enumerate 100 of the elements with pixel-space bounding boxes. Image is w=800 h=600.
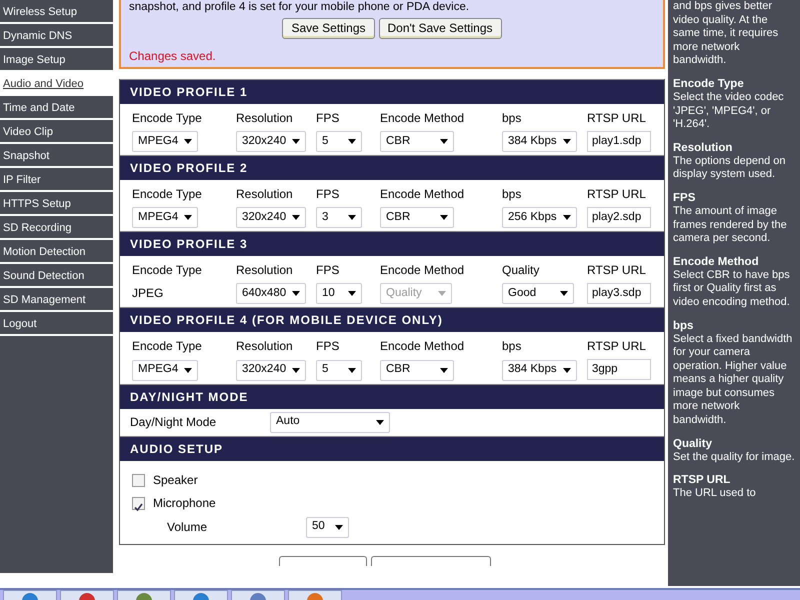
- taskbar-button[interactable]: [231, 590, 285, 600]
- dropdown[interactable]: 320x240: [236, 360, 306, 380]
- field-label: Encode Type: [132, 110, 203, 127]
- sidebar-item[interactable]: IP Filter: [0, 168, 113, 192]
- text-field[interactable]: play2.sdp: [587, 207, 651, 228]
- dropdown[interactable]: 50: [306, 516, 349, 538]
- dropdown[interactable]: MPEG4: [132, 207, 198, 228]
- caret-icon: [376, 420, 384, 424]
- app-icon: [79, 591, 95, 600]
- section-header: VIDEO PROFILE 1: [120, 79, 664, 104]
- field-label: RTSP URL: [587, 338, 647, 356]
- sidebar-item[interactable]: SD Management: [0, 288, 113, 312]
- dropdown[interactable]: 5: [316, 131, 362, 152]
- checkbox[interactable]: [132, 496, 145, 510]
- help-heading: Resolution: [673, 140, 734, 155]
- text-field[interactable]: play1.sdp: [587, 131, 651, 152]
- field-label: Volume: [166, 519, 208, 536]
- dropdown[interactable]: MPEG4: [132, 360, 198, 380]
- taskbar-button[interactable]: [3, 590, 57, 600]
- settings-button[interactable]: Don't Save Settings: [378, 18, 502, 39]
- help-heading: bps: [673, 318, 694, 332]
- caret-icon: [440, 139, 448, 144]
- sidebar-item[interactable]: Motion Detection: [0, 240, 113, 264]
- dropdown[interactable]: 384 Kbps: [502, 360, 577, 380]
- field-label: FPS: [316, 186, 340, 204]
- field-label: Quality: [502, 262, 540, 280]
- help-heading: FPS: [673, 190, 696, 205]
- caret-icon: [560, 291, 568, 296]
- settings-button[interactable]: Save Settings: [282, 18, 374, 39]
- app-icon: [307, 591, 323, 600]
- help-text: The options depend on display system used.: [673, 154, 787, 182]
- sidebar-item[interactable]: Snapshot: [0, 144, 113, 168]
- caret-icon: [348, 215, 356, 220]
- field-label: Encode Method: [380, 110, 466, 127]
- dropdown[interactable]: 320x240: [236, 131, 306, 152]
- help-text: The amount of image frames rendered by the camera per second.: [673, 204, 788, 246]
- sidebar-item[interactable]: Time and Date: [0, 96, 113, 120]
- text-field[interactable]: 3gpp: [587, 359, 651, 380]
- caret-icon: [348, 139, 356, 144]
- sidebar-item[interactable]: Video Clip: [0, 120, 113, 144]
- dropdown[interactable]: 256 Kbps: [502, 207, 577, 228]
- caret-icon: [348, 291, 356, 296]
- sidebar-item[interactable]: Dynamic DNS: [0, 24, 113, 48]
- caret-icon: [292, 291, 300, 296]
- help-text: Select the video codec 'JPEG', 'MPEG4', or 'H.264'.: [673, 90, 785, 132]
- section-header: VIDEO PROFILE 3: [120, 231, 664, 256]
- taskbar-button[interactable]: [60, 590, 114, 600]
- app-icon: [22, 591, 38, 600]
- field-label: bps: [502, 110, 522, 127]
- caret-icon: [440, 368, 448, 372]
- checkbox-label: Microphone: [153, 495, 216, 512]
- caret-icon: [184, 215, 192, 220]
- dropdown[interactable]: CBR: [380, 360, 454, 380]
- help-text: The URL used to: [673, 487, 757, 501]
- caret-icon: [184, 368, 192, 372]
- dropdown[interactable]: CBR: [380, 207, 454, 228]
- field-label: bps: [502, 186, 522, 204]
- field-label: Encode Method: [380, 262, 466, 280]
- button[interactable]: [279, 556, 367, 566]
- caret-icon: [292, 215, 300, 220]
- dropdown[interactable]: 640x480: [236, 283, 306, 304]
- field-label: Day/Night Mode: [130, 414, 218, 431]
- dropdown[interactable]: Auto: [270, 412, 390, 432]
- sidebar-item[interactable]: Audio and Video: [0, 72, 113, 96]
- field-label: Encode Type: [132, 262, 203, 280]
- field-label: FPS: [316, 338, 340, 356]
- checkbox[interactable]: [132, 474, 145, 486]
- dropdown[interactable]: CBR: [380, 131, 454, 152]
- caret-icon: [292, 139, 300, 144]
- field-value: JPEG: [132, 286, 164, 300]
- text-field[interactable]: play3.sdp: [587, 283, 651, 304]
- caret-icon: [440, 215, 448, 220]
- sidebar-item[interactable]: SD Recording: [0, 216, 113, 240]
- field-label: RTSP URL: [587, 110, 647, 127]
- field-label: FPS: [316, 262, 340, 280]
- caret-icon: [184, 139, 192, 144]
- taskbar-button[interactable]: [288, 590, 342, 600]
- help-text: Select a fixed bandwidth for your camera operation. Higher value means a higher quality image but consumes more network bandwidth.: [673, 332, 794, 428]
- help-text: Set the quality for image.: [673, 450, 795, 464]
- sidebar-item[interactable]: Sound Detection: [0, 264, 113, 288]
- field-label: Encode Type: [132, 186, 203, 204]
- field-label: Encode Method: [380, 186, 466, 204]
- dropdown[interactable]: 3: [316, 207, 362, 228]
- taskbar-button[interactable]: [174, 590, 228, 600]
- button[interactable]: [371, 556, 491, 566]
- field-label: FPS: [316, 110, 340, 127]
- help-heading: Encode Type: [673, 76, 745, 91]
- app-icon: [250, 591, 266, 600]
- dropdown[interactable]: 320x240: [236, 207, 306, 228]
- sidebar-item[interactable]: Logout: [0, 312, 113, 336]
- dropdown[interactable]: 10: [316, 283, 362, 304]
- dropdown[interactable]: Good: [502, 283, 574, 304]
- dropdown[interactable]: 384 Kbps: [502, 131, 577, 152]
- sidebar-item[interactable]: HTTPS Setup: [0, 192, 113, 216]
- dropdown[interactable]: MPEG4: [132, 131, 198, 152]
- dropdown[interactable]: 5: [316, 360, 362, 380]
- sidebar-item[interactable]: Wireless Setup: [0, 0, 113, 24]
- taskbar-button[interactable]: [117, 590, 171, 600]
- field-label: bps: [502, 338, 522, 356]
- caret-icon: [348, 368, 356, 372]
